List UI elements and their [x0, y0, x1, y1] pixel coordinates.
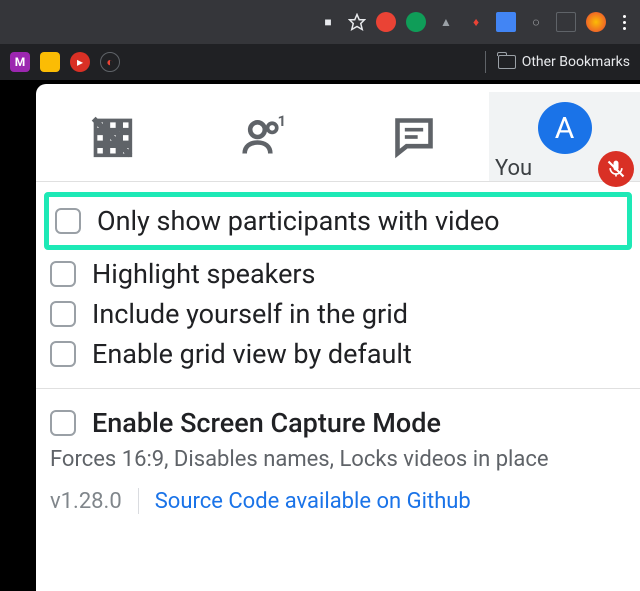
extension-icon[interactable]	[556, 12, 576, 32]
browser-toolbar: ■ ▲ ♦ ◌	[0, 0, 640, 44]
extension-icon[interactable]: ◌	[526, 12, 546, 32]
option-label: Include yourself in the grid	[92, 298, 408, 330]
option-enable-grid-default[interactable]: Enable grid view by default	[50, 334, 626, 374]
option-label: Enable Screen Capture Mode	[92, 407, 441, 439]
capture-description: Forces 16:9, Disables names, Locks video…	[50, 447, 626, 472]
chat-icon	[392, 115, 436, 159]
divider	[36, 388, 640, 389]
checkbox[interactable]	[50, 341, 76, 367]
version-label: v1.28.0	[50, 489, 122, 514]
option-screen-capture-mode[interactable]: Enable Screen Capture Mode	[50, 403, 626, 443]
option-label: Only show participants with video	[97, 205, 500, 237]
grid-off-icon	[90, 115, 134, 159]
extension-icon[interactable]	[376, 12, 396, 32]
options-list: Only show participants with video Highli…	[36, 182, 640, 530]
camera-icon[interactable]: ■	[318, 12, 338, 32]
option-include-yourself[interactable]: Include yourself in the grid	[50, 294, 626, 334]
extension-icon[interactable]	[406, 12, 426, 32]
option-only-video[interactable]: Only show participants with video	[55, 205, 621, 237]
svg-text:1: 1	[277, 115, 284, 130]
mic-muted-badge[interactable]	[598, 151, 634, 187]
extension-panel: 1 A You Only show participants with vide…	[36, 84, 640, 591]
tab-grid[interactable]	[36, 92, 187, 181]
other-bookmarks-label: Other Bookmarks	[522, 54, 630, 70]
extension-icon[interactable]	[496, 12, 516, 32]
folder-icon	[498, 55, 516, 69]
mic-off-icon	[606, 159, 626, 179]
bookmark-icon[interactable]: ▸	[70, 52, 90, 72]
bookmark-icon[interactable]: ◐	[100, 52, 120, 72]
bookmark-icon[interactable]	[40, 52, 60, 72]
you-label: You	[489, 156, 532, 181]
checkbox[interactable]	[50, 261, 76, 287]
browser-menu-icon[interactable]	[616, 15, 632, 30]
star-icon[interactable]	[348, 13, 366, 31]
checkbox[interactable]	[55, 208, 81, 234]
panel-footer: v1.28.0 Source Code available on Github	[50, 472, 626, 530]
tab-people[interactable]: 1	[187, 92, 338, 181]
tab-chat[interactable]	[338, 92, 489, 181]
bookmark-icon[interactable]: M	[10, 52, 30, 72]
extension-icon[interactable]: ♦	[466, 12, 486, 32]
tab-you[interactable]: A You	[489, 92, 640, 181]
panel-tabs: 1 A You	[36, 92, 640, 182]
avatar: A	[538, 102, 592, 154]
avatar-letter: A	[555, 111, 575, 146]
option-label: Enable grid view by default	[92, 338, 412, 370]
bookmarks-bar: M ▸ ◐ Other Bookmarks	[0, 44, 640, 80]
checkbox[interactable]	[50, 301, 76, 327]
extension-icon[interactable]: ▲	[436, 12, 456, 32]
checkbox[interactable]	[50, 410, 76, 436]
avatar-icon[interactable]	[586, 12, 606, 32]
option-highlight-speakers[interactable]: Highlight speakers	[50, 254, 626, 294]
other-bookmarks-button[interactable]: Other Bookmarks	[485, 51, 630, 73]
highlighted-option: Only show participants with video	[44, 192, 632, 250]
option-label: Highlight speakers	[92, 258, 315, 290]
source-code-link[interactable]: Source Code available on Github	[155, 489, 471, 514]
people-icon: 1	[241, 115, 285, 159]
